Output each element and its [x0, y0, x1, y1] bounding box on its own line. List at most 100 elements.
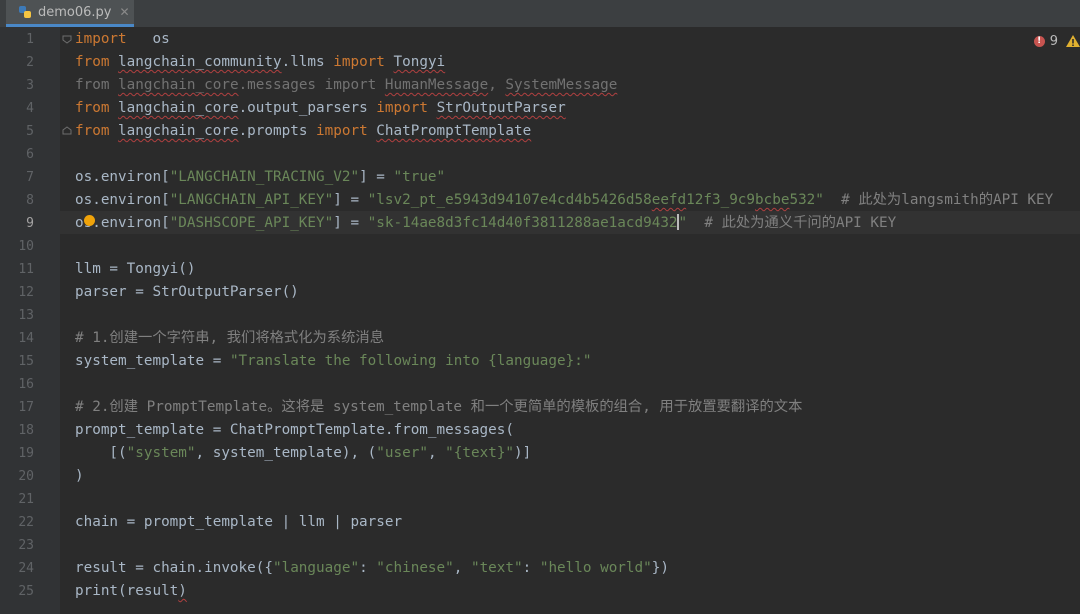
python-file-icon: [19, 6, 31, 18]
code-token: result = chain.invoke({: [75, 560, 273, 576]
code-token: SystemMessage: [505, 77, 618, 93]
code-token: bcbe: [755, 192, 790, 208]
code-line[interactable]: system_template = "Translate the followi…: [75, 350, 591, 373]
code-line[interactable]: from langchain_community.llms import Ton…: [75, 51, 445, 74]
line-number: 6: [26, 147, 34, 162]
code-token: import: [75, 31, 127, 47]
inspection-widget[interactable]: ! 9: [1033, 33, 1080, 49]
code-line[interactable]: result = chain.invoke({"language": "chin…: [75, 557, 669, 580]
code-line[interactable]: from langchain_core.prompts import ChatP…: [75, 120, 531, 143]
code-token: import: [316, 123, 377, 139]
code-token: "LANGCHAIN_API_KEY": [169, 192, 334, 208]
line-number: 2: [26, 55, 34, 70]
code-token: ChatPromptTemplate: [376, 123, 532, 139]
code-token: ] =: [359, 169, 394, 185]
code-token: langchain_community: [118, 54, 282, 70]
close-icon[interactable]: ✕: [120, 5, 130, 19]
code-token: "chinese": [376, 560, 454, 576]
code-token: import: [333, 54, 394, 70]
code-token: eefd: [651, 192, 687, 208]
code-token: , system_template), (: [195, 445, 377, 461]
code-token: "hello world": [539, 560, 652, 576]
code-token: :: [522, 560, 540, 576]
tab-demo06[interactable]: demo06.py ✕: [6, 0, 134, 27]
code-token: "system": [126, 445, 196, 461]
code-token: "language": [272, 560, 360, 576]
line-number: 16: [18, 377, 34, 392]
code-line[interactable]: from langchain_core.output_parsers impor…: [75, 97, 566, 120]
code-token: print(result: [75, 583, 179, 599]
line-number: 10: [18, 239, 34, 254]
code-token: ,: [453, 560, 471, 576]
fold-marker-icon[interactable]: [62, 34, 72, 44]
code-token: ] =: [333, 215, 368, 231]
code-token: .output_parsers: [238, 100, 377, 116]
line-number: 11: [18, 262, 34, 277]
code-token: .llms: [281, 54, 334, 70]
code-token: )]: [514, 445, 532, 461]
code-line[interactable]: os.environ["DASHSCOPE_API_KEY"] = "sk-14…: [75, 212, 896, 235]
code-token: ): [178, 583, 187, 599]
code-token: ,: [488, 77, 506, 93]
line-number: 17: [18, 400, 34, 415]
code-token: prompt_template = ChatPromptTemplate.fro…: [75, 422, 514, 438]
line-number: 12: [18, 285, 34, 300]
code-token: llm = Tongyi(): [75, 261, 196, 277]
code-token: import: [376, 100, 437, 116]
code-token: 532": [789, 192, 824, 208]
code-line[interactable]: print(result): [75, 580, 187, 603]
line-number: 25: [18, 584, 34, 599]
code-line[interactable]: import os: [75, 28, 170, 51]
code-token: parser = StrOutputParser(): [75, 284, 299, 300]
line-number: 5: [26, 124, 34, 139]
code-line[interactable]: [("system", system_template), ("user", "…: [75, 442, 531, 465]
line-number: 20: [18, 469, 34, 484]
line-number: 22: [18, 515, 34, 530]
code-line[interactable]: ): [75, 465, 84, 488]
line-number: 24: [18, 561, 34, 576]
code-token: HumanMessage: [384, 77, 489, 93]
code-line[interactable]: os.environ["LANGCHAIN_TRACING_V2"] = "tr…: [75, 166, 445, 189]
code-token: "LANGCHAIN_TRACING_V2": [169, 169, 360, 185]
code-token: ": [678, 215, 688, 231]
code-line[interactable]: parser = StrOutputParser(): [75, 281, 299, 304]
code-token: "DASHSCOPE_API_KEY": [169, 215, 334, 231]
code-token: }): [651, 560, 669, 576]
code-line[interactable]: from langchain_core.messages import Huma…: [75, 74, 617, 97]
code-token: "sk-14ae8d3fc14d40f3811288ae1acd9432: [367, 215, 678, 231]
line-number: 18: [18, 423, 34, 438]
line-number: 7: [26, 170, 34, 185]
line-number: 4: [26, 101, 34, 116]
line-number: 23: [18, 538, 34, 553]
line-number: 3: [26, 78, 34, 93]
code-token: ,: [427, 445, 446, 461]
fold-marker-icon[interactable]: [62, 126, 72, 136]
code-line[interactable]: chain = prompt_template | llm | parser: [75, 511, 402, 534]
code-token: langchain_core: [118, 77, 239, 93]
intention-bulb-icon[interactable]: [84, 215, 95, 226]
code-token: os.environ[: [75, 169, 170, 185]
code-token: "user": [376, 445, 428, 461]
code-token: ): [75, 468, 84, 484]
code-editor[interactable]: 1 import os 2 from langchain_community.llms…: [0, 27, 1080, 614]
code-line[interactable]: # 2.创建 PromptTemplate。这将是 system_templat…: [75, 396, 802, 419]
line-number: 15: [18, 354, 34, 369]
code-token: "text": [470, 560, 523, 576]
code-token: from: [75, 100, 119, 116]
code-token: # 此处为langsmith的API KEY: [823, 192, 1054, 208]
warning-icon: [1066, 35, 1080, 47]
code-line[interactable]: os.environ["LANGCHAIN_API_KEY"] = "lsv2_…: [75, 189, 1053, 212]
code-line[interactable]: # 1.创建一个字符串, 我们将格式化为系统消息: [75, 327, 384, 350]
code-token: 12f3_9c9: [686, 192, 756, 208]
code-token: [(: [75, 445, 127, 461]
code-token: langchain_core: [118, 100, 239, 116]
code-token: from: [75, 54, 119, 70]
code-token: # 2.创建 PromptTemplate。这将是 system_templat…: [75, 399, 803, 415]
line-number: 1: [26, 32, 34, 47]
tab-label: demo06.py: [38, 4, 112, 20]
code-token: Tongyi: [393, 54, 446, 70]
code-token: os.environ[: [75, 192, 170, 208]
code-line[interactable]: prompt_template = ChatPromptTemplate.fro…: [75, 419, 514, 442]
code-line[interactable]: llm = Tongyi(): [75, 258, 196, 281]
code-token: chain = prompt_template | llm | parser: [75, 514, 403, 530]
